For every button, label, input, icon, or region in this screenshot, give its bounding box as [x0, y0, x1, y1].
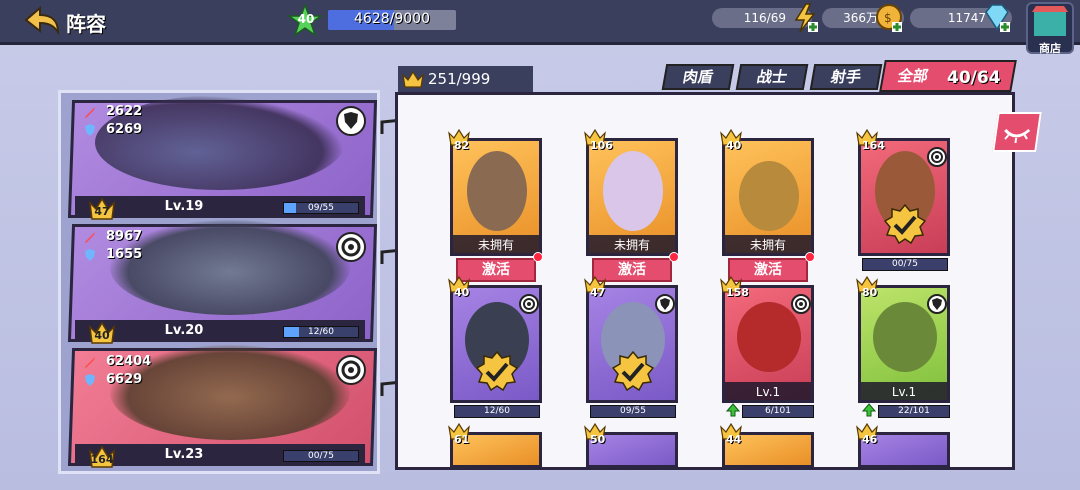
- team-2-level: Lv.20: [164, 323, 204, 338]
- notification-dot: [805, 252, 815, 262]
- tab-archer[interactable]: 射手: [809, 64, 883, 90]
- hero-card-7-progress: 6/101: [742, 405, 814, 418]
- target-icon: [336, 232, 366, 262]
- target-icon: [927, 147, 947, 167]
- team-2-defense: 1655: [106, 247, 143, 262]
- hero-rank: 44: [726, 433, 742, 446]
- checkmark-icon: [611, 350, 655, 392]
- hero-card-7[interactable]: Lv.1: [722, 285, 814, 403]
- hero-rank: 80: [862, 286, 878, 299]
- svg-text:$: $: [884, 11, 892, 25]
- team-3-attack: 62404: [106, 354, 152, 369]
- hero-rank: 82: [454, 139, 470, 152]
- hero-card-5-progress: 12/60: [454, 405, 540, 418]
- hero-card-1[interactable]: 未拥有: [450, 138, 542, 256]
- gold-coin-add-icon[interactable]: $: [874, 2, 904, 34]
- team-2-attack: 8967: [106, 229, 143, 244]
- hero-rank: 164: [862, 139, 885, 152]
- hero-card-6[interactable]: [586, 285, 678, 403]
- team-3-progress: 00/75: [283, 450, 359, 462]
- attack-icon: [85, 357, 95, 368]
- shield-icon: [927, 294, 947, 314]
- page-title: 阵容: [66, 12, 106, 36]
- shop-icon: [1032, 6, 1068, 36]
- hero-8-art: [873, 302, 937, 372]
- team-1-level: Lv.19: [164, 199, 204, 214]
- team-3-level: Lv.23: [164, 447, 204, 462]
- upgrade-arrow-icon: [726, 403, 740, 417]
- hero-rank: 40: [454, 286, 470, 299]
- hero-card-1-status: 未拥有: [453, 235, 539, 253]
- hero-card-8[interactable]: Lv.1: [858, 285, 950, 403]
- team-3-defense: 6629: [106, 372, 143, 387]
- hero-3-art: [739, 161, 799, 231]
- hero-rank: 158: [726, 286, 749, 299]
- team-2-star-level: 40: [94, 329, 110, 342]
- crown-icon: [402, 70, 424, 88]
- defense-icon: [85, 374, 95, 386]
- defense-icon: [85, 124, 95, 136]
- attack-icon: [85, 232, 95, 243]
- team-2-heroes-art: [110, 220, 350, 315]
- hero-rank: 61: [454, 433, 470, 446]
- hero-card-6-progress: 09/55: [590, 405, 676, 418]
- hero-card-4[interactable]: [858, 138, 950, 256]
- tab-all-label: 全部: [896, 67, 930, 85]
- notification-dot: [533, 252, 543, 262]
- hero-rank: 106: [590, 139, 613, 152]
- team-1-progress-fill: [284, 203, 296, 213]
- checkmark-icon: [883, 203, 927, 245]
- crown-total-bar: 251/999: [398, 66, 533, 92]
- hero-rank: 50: [590, 433, 606, 446]
- hero-7-art: [737, 302, 801, 372]
- player-level: 40: [297, 12, 315, 26]
- hero-card-5[interactable]: [450, 285, 542, 403]
- hero-card-2-status: 未拥有: [589, 235, 675, 253]
- team-2-progress: 12/60: [283, 326, 359, 338]
- hero-count: 40/64: [947, 68, 1001, 88]
- hero-1-art: [467, 151, 527, 231]
- defense-icon: [85, 249, 95, 261]
- target-icon: [519, 294, 539, 314]
- diamond-add-icon[interactable]: [982, 2, 1012, 34]
- checkmark-icon: [475, 350, 519, 392]
- team-1-attack: 2622: [106, 104, 143, 119]
- hero-card-4-progress: 00/75: [862, 258, 948, 271]
- target-icon: [791, 294, 811, 314]
- hero-rank: 47: [590, 286, 606, 299]
- lightning-add-icon[interactable]: [790, 2, 820, 34]
- hero-card-8-level: Lv.1: [861, 382, 947, 400]
- team-3-star-level: 164: [90, 453, 114, 466]
- team-2-progress-fill: [284, 327, 299, 337]
- shield-icon: [655, 294, 675, 314]
- hero-rank: 46: [862, 433, 878, 446]
- hero-rank: 40: [726, 139, 742, 152]
- back-arrow-icon[interactable]: [22, 4, 62, 36]
- hero-card-7-level: Lv.1: [725, 382, 811, 400]
- shop-label: 商店: [1039, 42, 1061, 55]
- hero-2-art: [603, 151, 663, 231]
- eye-closed-icon: [1004, 128, 1031, 143]
- hero-card-3-status: 未拥有: [725, 235, 811, 253]
- attack-icon: [85, 107, 95, 118]
- shield-icon: [336, 106, 366, 136]
- upgrade-arrow-icon: [862, 403, 876, 417]
- hero-card-2[interactable]: 未拥有: [586, 138, 678, 256]
- hero-card-8-progress: 22/101: [878, 405, 950, 418]
- xp-text: 4628/9000: [354, 11, 430, 27]
- tab-warrior[interactable]: 战士: [735, 64, 809, 90]
- hide-toggle-button[interactable]: [992, 112, 1042, 152]
- tab-tank[interactable]: 肉盾: [661, 64, 735, 90]
- team-1-progress: 09/55: [283, 202, 359, 214]
- target-icon: [336, 355, 366, 385]
- hero-card-3[interactable]: 未拥有: [722, 138, 814, 256]
- crown-total: 251/999: [428, 70, 491, 88]
- team-1-star-level: 47: [94, 205, 110, 218]
- team-1-defense: 6269: [106, 122, 143, 137]
- notification-dot: [669, 252, 679, 262]
